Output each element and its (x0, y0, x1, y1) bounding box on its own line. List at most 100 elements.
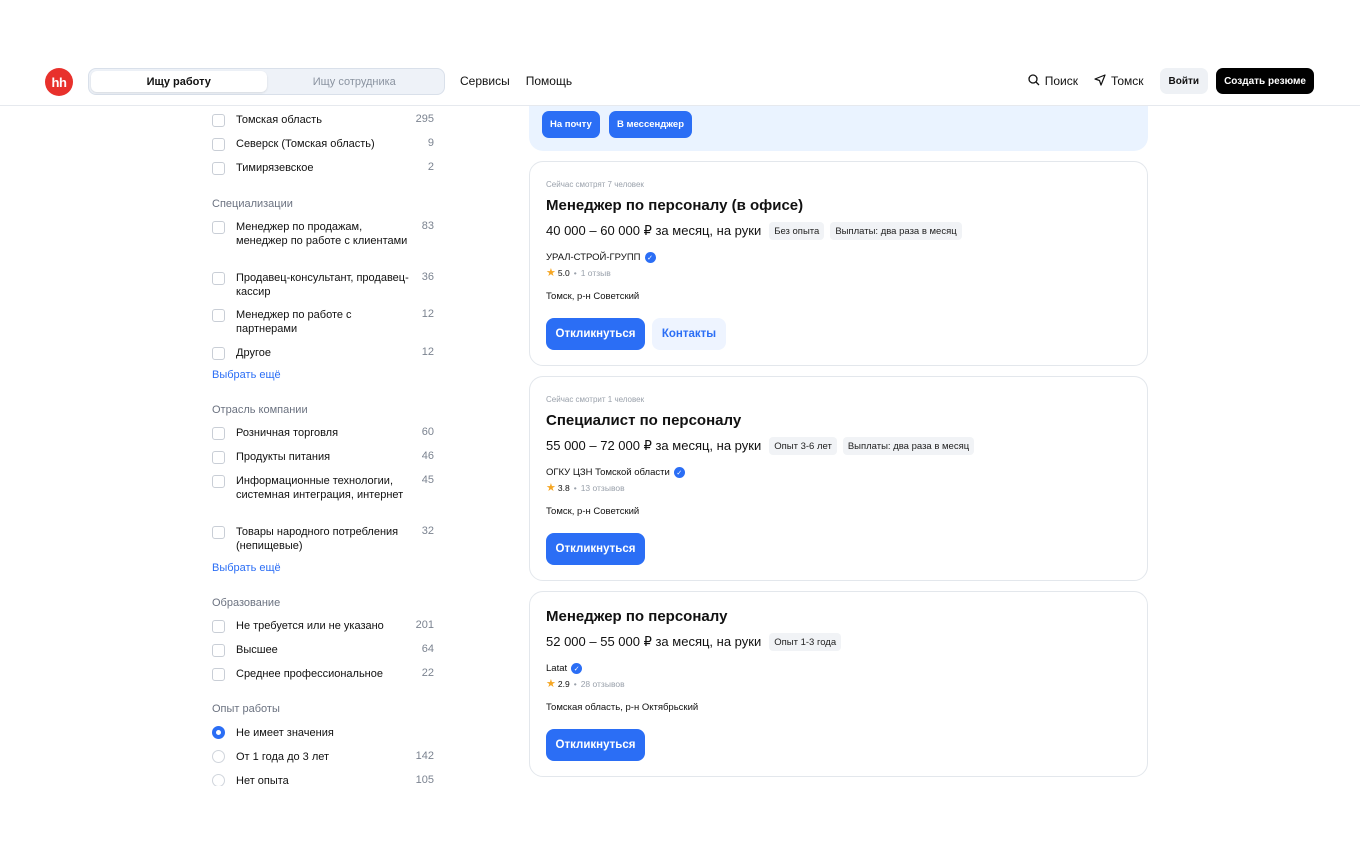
vacancy-card[interactable]: Сейчас смотрят 7 человек Менеджер по пер… (529, 161, 1148, 366)
salary: 40 000 – 60 000 ₽ за месяц, на руки (546, 223, 762, 238)
filter-item[interactable]: Не требуется или не указано 201 (212, 619, 436, 633)
city-label: Томск (1110, 74, 1144, 88)
checkbox[interactable] (212, 114, 225, 127)
company-name[interactable]: ОГКУ ЦЗН Томской области ✓ (546, 467, 685, 478)
filter-group-title: Опыт работы (212, 703, 280, 715)
search-link[interactable]: Поиск (1028, 73, 1078, 89)
switch-seek-job[interactable]: Ищу работу (91, 71, 267, 92)
star-icon: ★ (546, 267, 556, 279)
header: hh Ищу работу Ищу сотрудника Сервисы Пом… (0, 56, 1360, 106)
radio-selected[interactable] (212, 726, 225, 739)
checkbox[interactable] (212, 221, 225, 234)
header-actions: Поиск Томск Войти Создать резюме (1028, 68, 1314, 94)
checkbox[interactable] (212, 475, 225, 488)
tag-experience: Без опыта (769, 222, 825, 240)
checkbox[interactable] (212, 668, 225, 681)
checkbox[interactable] (212, 138, 225, 151)
filter-item[interactable]: Продукты питания 46 (212, 450, 436, 464)
checkbox[interactable] (212, 526, 225, 539)
vacancy-card[interactable]: Менеджер по персоналу 52 000 – 55 000 ₽ … (529, 591, 1148, 777)
main-nav: Сервисы Помощь (460, 74, 572, 88)
verified-check-icon: ✓ (571, 663, 583, 674)
more-industries-link[interactable]: Выбрать ещё (212, 562, 281, 574)
tag-experience: Опыт 3-6 лет (769, 437, 837, 455)
separator-dot: • (573, 678, 577, 689)
reviews-link[interactable]: 28 отзывов (581, 679, 625, 689)
reviews-link[interactable]: 13 отзывов (581, 483, 625, 493)
vacancy-location: Томск, р-н Советский (546, 506, 640, 517)
nav-services[interactable]: Сервисы (460, 74, 510, 88)
checkbox[interactable] (212, 162, 225, 175)
tag-payments: Выплаты: два раза в месяц (830, 222, 962, 240)
apply-button[interactable]: Откликнуться (546, 533, 645, 565)
salary-row: 55 000 – 72 000 ₽ за месяц, на руки Опыт… (546, 437, 980, 455)
filter-item[interactable]: Информационные технологии, системная инт… (212, 474, 436, 502)
reviews-link[interactable]: 1 отзыв (581, 268, 611, 278)
filter-item[interactable]: Не имеет значения (212, 726, 436, 740)
filter-item[interactable]: Томская область 295 (212, 113, 436, 127)
verified-check-icon: ✓ (673, 467, 685, 478)
email-subscribe-button[interactable]: На почту (542, 111, 600, 138)
nav-help[interactable]: Помощь (526, 74, 572, 88)
search-label: Поиск (1044, 74, 1078, 88)
verified-check-icon: ✓ (644, 252, 656, 263)
vacancy-card[interactable]: Сейчас смотрит 1 человек Специалист по п… (529, 376, 1148, 581)
filter-item[interactable]: Тимирязевское 2 (212, 161, 436, 175)
salary: 52 000 – 55 000 ₽ за месяц, на руки (546, 634, 762, 649)
messenger-subscribe-button[interactable]: В мессенджер (609, 111, 693, 138)
viewers-count: Сейчас смотрят 7 человек (546, 180, 644, 189)
city-link[interactable]: Томск (1094, 73, 1144, 89)
apply-button[interactable]: Откликнуться (546, 729, 645, 761)
salary-row: 40 000 – 60 000 ₽ за месяц, на руки Без … (546, 222, 968, 240)
radio[interactable] (212, 774, 225, 786)
contacts-button[interactable]: Контакты (652, 318, 726, 350)
checkbox[interactable] (212, 644, 225, 657)
company-name[interactable]: Latat ✓ (546, 663, 583, 674)
filter-item[interactable]: Товары народного потребления (непищевые)… (212, 525, 436, 553)
company-rating: ★ 3.8 • 13 отзывов (546, 482, 625, 494)
vacancy-title[interactable]: Специалист по персоналу (546, 412, 741, 429)
checkbox[interactable] (212, 620, 225, 633)
checkbox[interactable] (212, 309, 225, 322)
filter-item[interactable]: Продавец-консультант, продавец-кассир 36 (212, 271, 436, 299)
company-rating: ★ 2.9 • 28 отзывов (546, 678, 625, 690)
filter-group-title: Образование (212, 597, 281, 609)
filter-item[interactable]: Розничная торговля 60 (212, 426, 436, 440)
filter-group-title: Отрасль компании (212, 404, 308, 416)
tag-experience: Опыт 1-3 года (769, 633, 842, 651)
switch-seek-employee[interactable]: Ищу сотрудника (267, 71, 443, 92)
filter-item[interactable]: Другое 12 (212, 346, 436, 360)
checkbox[interactable] (212, 347, 225, 360)
subscription-banner: На почту В мессенджер (529, 106, 1148, 151)
filter-item[interactable]: Среднее профессиональное 22 (212, 667, 436, 681)
login-button[interactable]: Войти (1159, 68, 1209, 94)
checkbox[interactable] (212, 427, 225, 440)
filter-item[interactable]: Высшее 64 (212, 643, 436, 657)
vacancy-location: Томская область, р-н Октябрьский (546, 702, 699, 713)
filter-group-title: Специализации (212, 198, 293, 210)
filter-item[interactable]: От 1 года до 3 лет 142 (212, 750, 436, 764)
viewers-count: Сейчас смотрит 1 человек (546, 395, 645, 404)
checkbox[interactable] (212, 272, 225, 285)
salary: 55 000 – 72 000 ₽ за месяц, на руки (546, 438, 762, 453)
checkbox[interactable] (212, 451, 225, 464)
create-resume-button[interactable]: Создать резюме (1216, 68, 1314, 94)
filter-item[interactable]: Северск (Томская область) 9 (212, 137, 436, 151)
filters-sidebar: Томская область 295 Северск (Томская обл… (212, 106, 436, 786)
role-switch: Ищу работу Ищу сотрудника (88, 68, 445, 95)
radio[interactable] (212, 750, 225, 763)
vacancy-title[interactable]: Менеджер по персоналу (в офисе) (546, 197, 803, 214)
separator-dot: • (573, 482, 577, 493)
company-name[interactable]: УРАЛ-СТРОЙ-ГРУПП ✓ (546, 252, 656, 263)
hh-logo[interactable]: hh (45, 68, 73, 96)
star-icon: ★ (546, 678, 556, 690)
search-icon (1028, 73, 1040, 89)
company-rating: ★ 5.0 • 1 отзыв (546, 267, 611, 279)
filter-item[interactable]: Менеджер по продажам, менеджер по работе… (212, 220, 436, 248)
vacancy-title[interactable]: Менеджер по персоналу (546, 608, 727, 625)
location-arrow-icon (1094, 73, 1106, 89)
more-specializations-link[interactable]: Выбрать ещё (212, 369, 281, 381)
filter-item[interactable]: Менеджер по работе с партнерами 12 (212, 308, 436, 336)
filter-item[interactable]: Нет опыта 105 (212, 774, 436, 786)
apply-button[interactable]: Откликнуться (546, 318, 645, 350)
